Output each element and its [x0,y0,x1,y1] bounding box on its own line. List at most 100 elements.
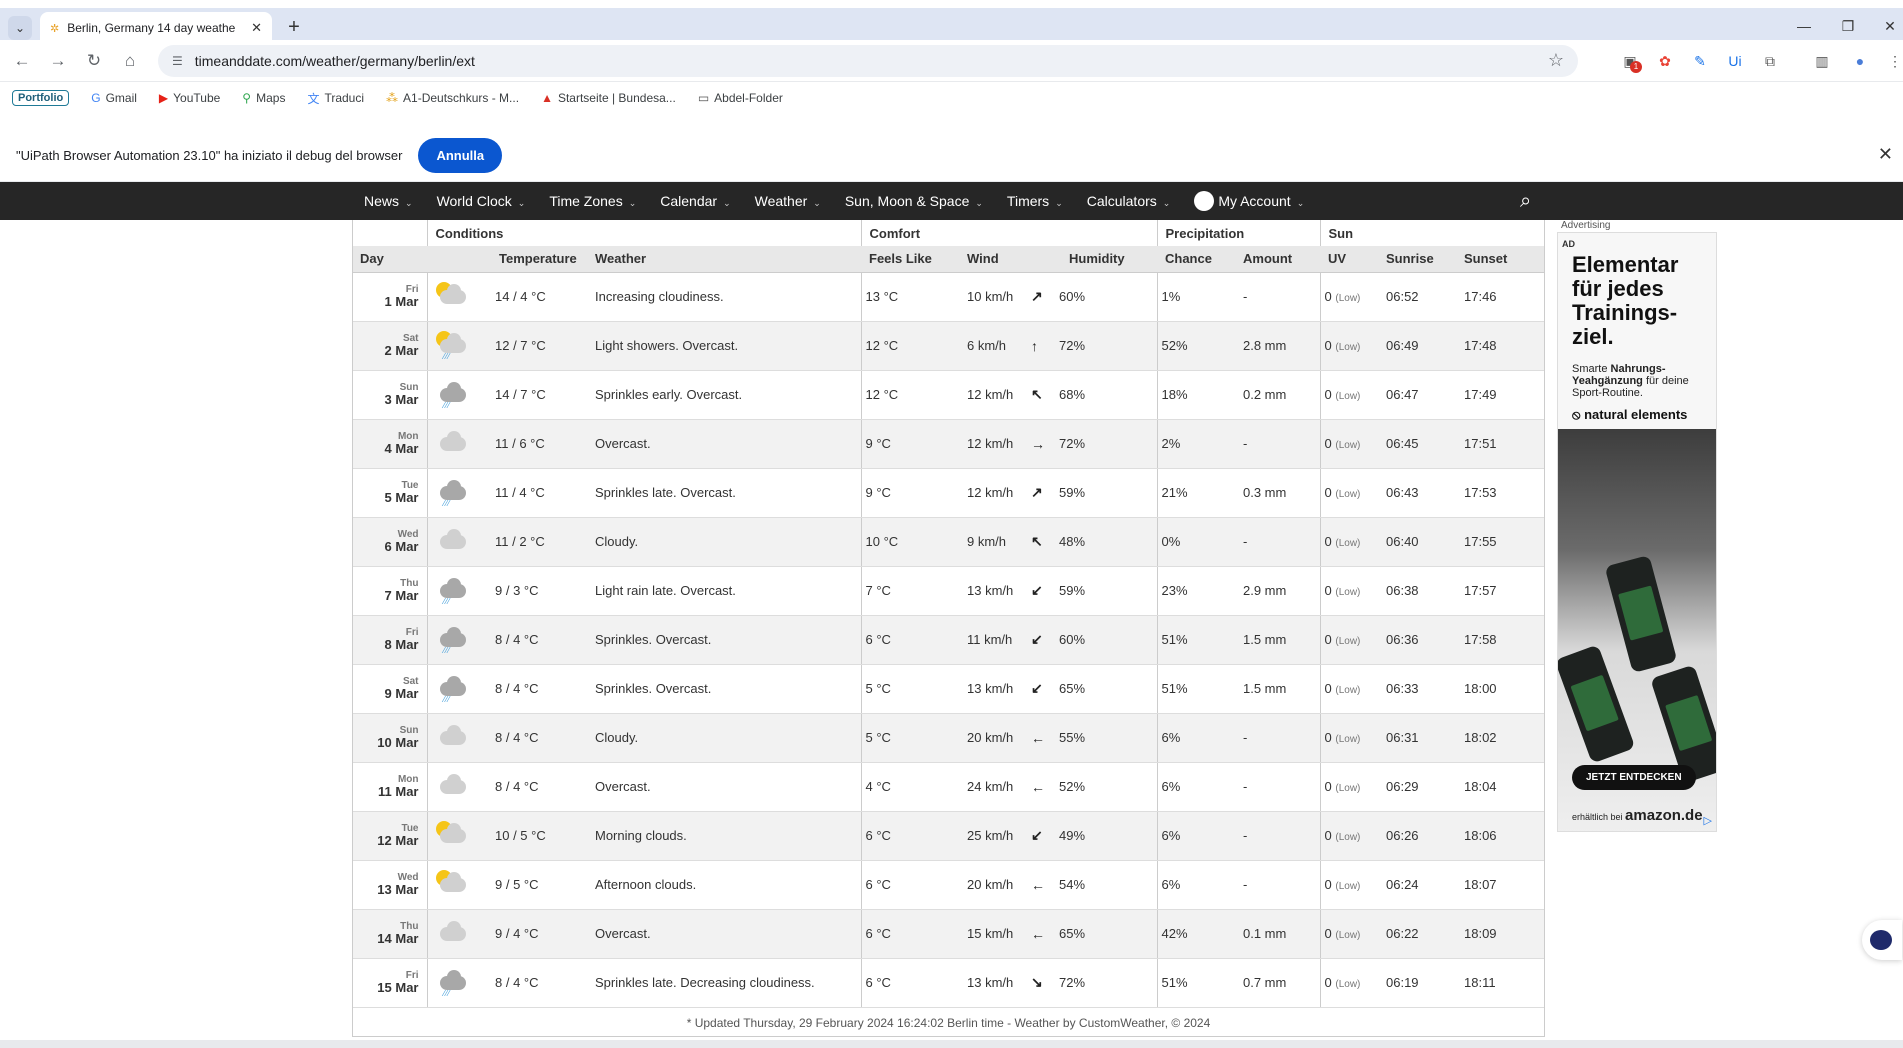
wind-direction-cell: ↖ [1023,517,1055,567]
back-arrow-icon[interactable]: ← [10,49,34,73]
bottle-image [1558,644,1636,764]
cloud-icon [434,770,468,800]
ad-banner[interactable]: AD Elementar für jedes Trainings-ziel. S… [1557,232,1717,832]
bookmarks-bar: Portfolio G Gmail ▶ YouTube ⚲ Maps 文 Traduci… [0,82,1903,114]
translate-icon: 文 [307,91,320,106]
nav-item-calendar[interactable]: Calendar ⌄ [648,182,742,220]
bookmark-youtube[interactable]: ▶ YouTube [159,91,220,105]
temperature-cell: 11 / 2 °C [479,517,591,567]
group-comfort: Comfort [861,220,1158,246]
ad-brand: ⦸ natural elements [1572,407,1688,422]
bookmark-traduci[interactable]: 文 Traduci [307,90,364,107]
group-empty [352,220,428,246]
tab-search-chevron-icon[interactable]: ⌄ [8,16,32,40]
extension-shield-icon[interactable]: ▣ 1 [1620,51,1642,73]
col-wind-direction [1023,246,1055,273]
site-settings-icon[interactable]: ☰ [172,54,183,68]
uv-cell: 0 (Low) [1320,664,1378,714]
url-bar[interactable]: ☰ timeanddate.com/weather/germany/berlin… [158,45,1578,77]
nav-item-time-zones[interactable]: Time Zones ⌄ [537,182,648,220]
bookmark-gmail[interactable]: G Gmail [91,91,137,105]
bookmark-abdel-folder[interactable]: ▭ Abdel-Folder [698,91,783,105]
day-cell: Sun 10 Mar [352,713,428,763]
chevron-down-icon: ⌄ [813,198,821,208]
cancel-button[interactable]: Annulla [418,138,503,173]
nav-item-sun-moon-space[interactable]: Sun, Moon & Space ⌄ [833,182,995,220]
bookmark-a1-deutschkurs[interactable]: ⁂ A1-Deutschkurs - M... [386,91,519,105]
new-tab-plus-icon[interactable]: + [280,14,308,42]
menu-kebab-icon[interactable]: ⋮ [1885,51,1903,71]
chevron-down-icon: ⌄ [975,198,983,208]
chevron-down-icon: ⌄ [517,198,526,208]
wind-arrow-icon: ↙ [1031,827,1043,843]
ad-cta-button[interactable]: JETZT ENTDECKEN [1572,765,1696,790]
col-day: Day [352,246,427,273]
chance-cell: 2% [1157,419,1235,469]
wind-arrow-icon: ↑ [1031,337,1038,354]
restore-icon[interactable]: ❐ [1838,18,1858,35]
side-panel-icon[interactable]: ▥ [1812,51,1832,71]
forward-arrow-icon[interactable]: → [46,49,70,73]
amount-cell: 0.1 mm [1235,909,1321,959]
tab-close-icon[interactable]: ✕ [251,20,262,36]
bookmark-startseite[interactable]: ▲ Startseite | Bundesa... [541,91,676,105]
adchoices-icon[interactable]: ▷ [1704,814,1712,827]
nav-item-news[interactable]: News ⌄ [352,182,425,220]
bookmark-star-icon[interactable]: ☆ [1548,50,1564,71]
feels-like-cell: 5 °C [861,664,959,714]
chance-cell: 42% [1157,909,1235,959]
pen-extension-icon[interactable]: ✎ [1690,51,1710,71]
home-icon[interactable]: ⌂ [118,49,142,73]
sunrise-cell: 06:47 [1378,370,1456,420]
col-uv: UV [1320,246,1378,273]
sunrise-cell: 06:31 [1378,713,1456,763]
nav-item-world-clock[interactable]: World Clock ⌄ [425,182,538,220]
advertisement[interactable]: Advertising AD Elementar für jedes Train… [1557,220,1717,832]
day-cell: Fri 15 Mar [352,958,428,1008]
assistant-widget[interactable] [1862,920,1902,960]
timeanddate-favicon-icon: ✲ [50,22,60,35]
nav-item-timers[interactable]: Timers ⌄ [995,182,1075,220]
sunset-cell: 17:53 [1456,468,1545,518]
col-sunrise: Sunrise [1378,246,1456,273]
window-close-icon[interactable]: ✕ [1880,18,1900,35]
infobar-close-icon[interactable]: ✕ [1878,144,1893,165]
nav-item-weather[interactable]: Weather ⌄ [743,182,833,220]
weather-icon-cell [427,713,479,763]
bookmark-maps[interactable]: ⚲ Maps [242,91,285,105]
temperature-cell: 14 / 7 °C [479,370,591,420]
wind-arrow-icon: ↙ [1031,582,1043,598]
profile-avatar-icon[interactable]: ● [1850,51,1870,71]
nav-item-calculators[interactable]: Calculators ⌄ [1075,182,1183,220]
group-precipitation: Precipitation [1157,220,1321,246]
weather-cell: Increasing cloudiness. [591,272,862,322]
wind-cell: 13 km/h [959,566,1023,616]
day-cell: Tue 5 Mar [352,468,428,518]
sunset-cell: 18:11 [1456,958,1545,1008]
uipath-extension-icon[interactable]: Ui [1725,51,1745,71]
day-cell: Thu 7 Mar [352,566,428,616]
chevron-down-icon: ⌄ [1162,198,1171,208]
temperature-cell: 8 / 4 °C [479,664,591,714]
partly-cloudy-icon [434,280,468,310]
bookmark-portfolio[interactable]: Portfolio [12,90,70,106]
url-text[interactable]: timeanddate.com/weather/germany/berlin/e… [195,53,475,69]
sunset-cell: 18:09 [1456,909,1545,959]
feels-like-cell: 6 °C [861,860,959,910]
amount-cell: 1.5 mm [1235,615,1321,665]
feels-like-cell: 5 °C [861,713,959,763]
col-sunset: Sunset [1456,246,1545,273]
day-cell: Tue 12 Mar [352,811,428,861]
reload-icon[interactable]: ↻ [82,49,106,73]
amount-cell: 0.2 mm [1235,370,1321,420]
colorful-extension-icon[interactable]: ✿ [1655,51,1675,71]
cloud-icon [434,525,468,555]
nav-item-my-account[interactable]: My Account ⌄ [1182,182,1316,220]
minimize-icon[interactable]: — [1794,18,1814,34]
table-row: Sun 10 Mar 8 / 4 °C Cloudy. 5 °C 20 km/h ← 55% 6… [352,713,1545,763]
weather-icon-cell: ⁄⁄⁄ [427,958,479,1008]
col-feels-like: Feels Like [861,246,959,273]
wind-cell: 13 km/h [959,958,1023,1008]
search-icon[interactable]: ⌕ [1520,182,1531,220]
puzzle-extensions-icon[interactable]: ⧉ [1760,51,1780,71]
